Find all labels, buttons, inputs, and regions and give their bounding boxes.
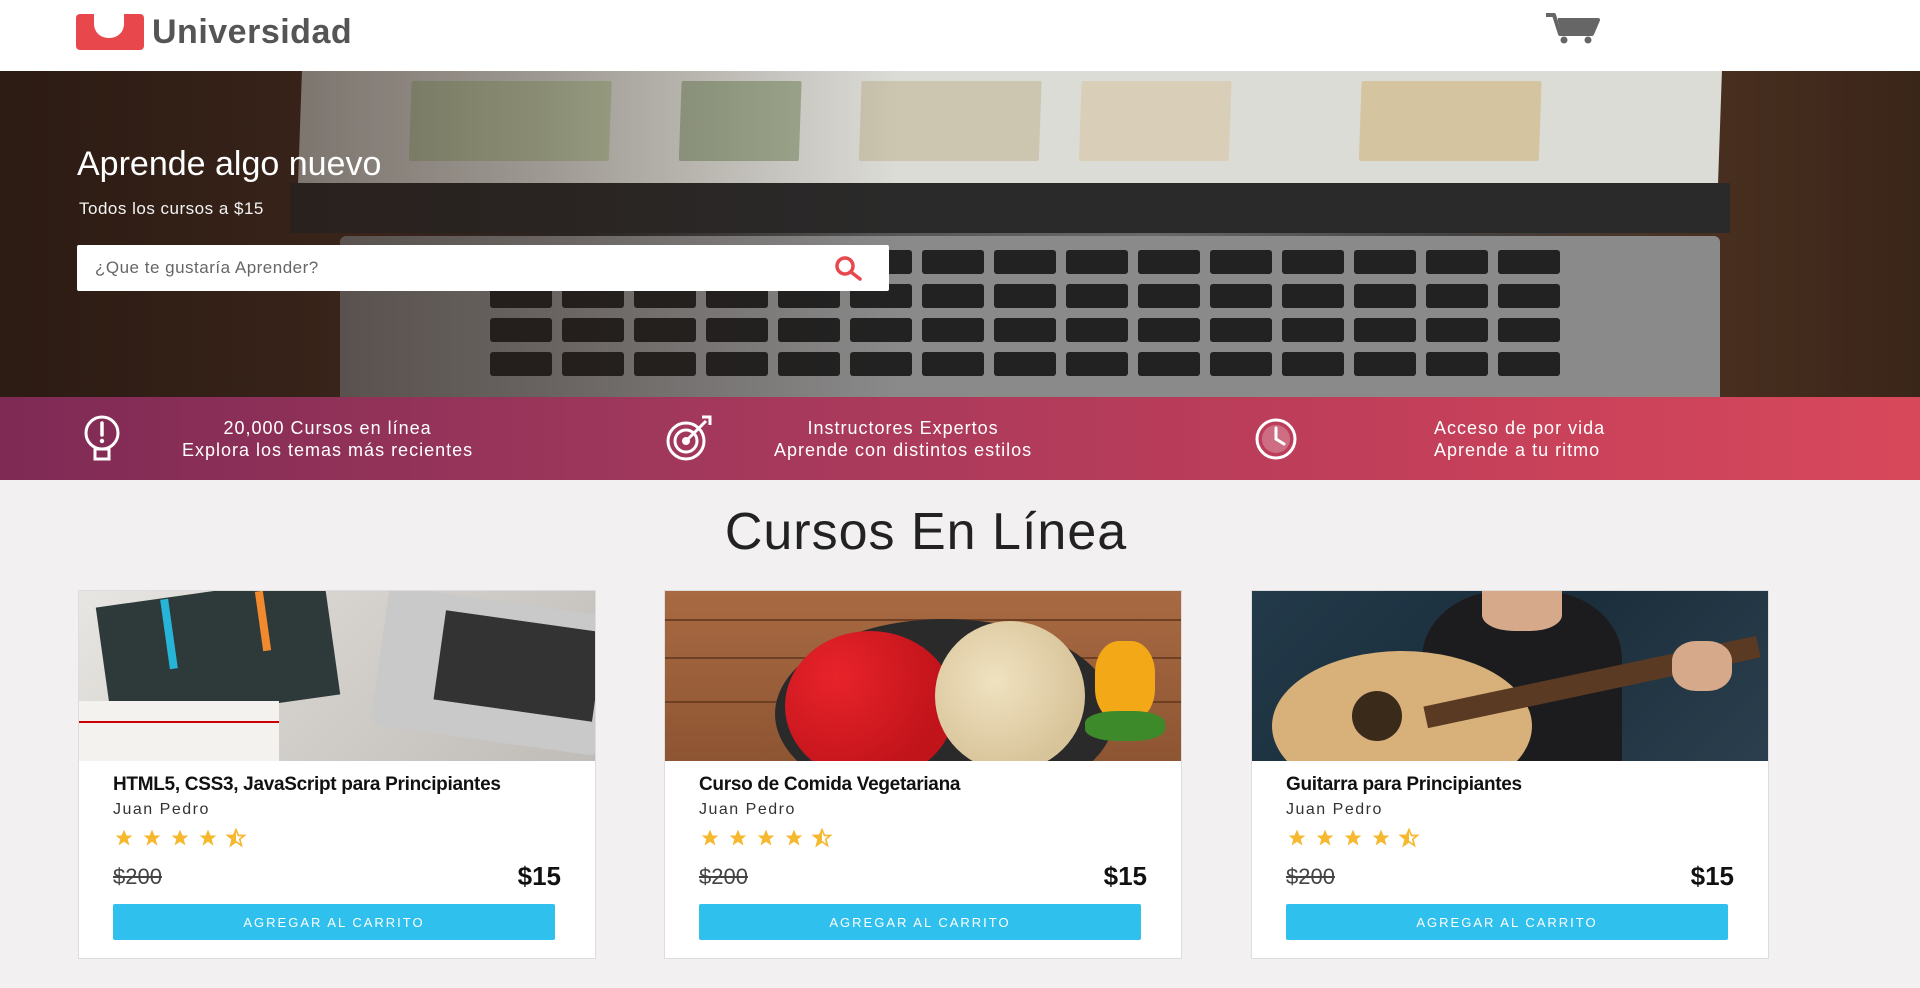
site-header: Universidad (0, 0, 1920, 71)
feature-access: Acceso de por vida Aprende a tu ritmo (1248, 397, 1605, 480)
feature-instructors-line2: Aprende con distintos estilos (774, 439, 1033, 460)
brand-name: Universidad (152, 12, 353, 51)
search-icon[interactable] (833, 255, 863, 281)
feature-access-line1: Acceso de por vida (1434, 417, 1606, 438)
star-full-icon (143, 829, 161, 846)
star-half-icon (225, 828, 247, 848)
course-card[interactable]: HTML5, CSS3, JavaScript para Principiant… (78, 590, 596, 959)
add-to-cart-button[interactable]: AGREGAR AL CARRITO (113, 904, 555, 940)
logo-u-icon (76, 14, 144, 50)
feature-courses: 20,000 Cursos en línea Explora los temas… (74, 397, 473, 480)
current-price: $15 (1690, 861, 1734, 891)
add-to-cart-button[interactable]: AGREGAR AL CARRITO (1286, 904, 1728, 940)
hero-title: Aprende algo nuevo (77, 145, 382, 183)
course-card[interactable]: Curso de Comida Vegetariana Juan Pedro $… (664, 590, 1182, 959)
course-image-html[interactable] (79, 591, 595, 761)
rating-stars (1286, 827, 1734, 849)
clock-icon (1255, 418, 1297, 459)
feature-access-line2: Aprende a tu ritmo (1434, 439, 1601, 460)
search-box (77, 245, 889, 291)
star-full-icon (115, 829, 133, 846)
star-full-icon (701, 829, 719, 846)
hero-overlay (0, 71, 900, 397)
features-bar: 20,000 Cursos en línea Explora los temas… (0, 397, 1920, 480)
star-full-icon (199, 829, 217, 846)
star-full-icon (729, 829, 747, 846)
search-input[interactable] (95, 245, 815, 291)
course-image-vegetarian[interactable] (665, 591, 1181, 761)
course-title[interactable]: HTML5, CSS3, JavaScript para Principiant… (113, 775, 561, 795)
course-image-guitar[interactable] (1252, 591, 1768, 761)
feature-instructors: Instructores Expertos Aprende con distin… (660, 397, 1032, 480)
shopping-cart-icon[interactable] (1544, 12, 1604, 44)
current-price: $15 (517, 861, 561, 891)
section-title: Cursos En Línea (724, 503, 1128, 561)
feature-courses-line1: 20,000 Cursos en línea (223, 417, 432, 438)
rating-stars (699, 827, 1147, 849)
course-card[interactable]: Guitarra para Principiantes Juan Pedro $… (1251, 590, 1769, 959)
star-full-icon (1372, 829, 1390, 846)
star-half-icon (811, 828, 833, 848)
star-full-icon (171, 829, 189, 846)
star-full-icon (785, 829, 803, 846)
feature-courses-line2: Explora los temas más recientes (182, 439, 474, 460)
star-full-icon (1316, 829, 1334, 846)
rating-stars (113, 827, 561, 849)
star-full-icon (1288, 829, 1306, 846)
course-title[interactable]: Guitarra para Principiantes (1286, 775, 1734, 795)
course-author: Juan Pedro (1286, 801, 1383, 818)
course-title[interactable]: Curso de Comida Vegetariana (699, 775, 1147, 795)
old-price: $200 (1286, 863, 1335, 889)
target-icon (666, 415, 712, 460)
current-price: $15 (1103, 861, 1147, 891)
brand-logo[interactable]: Universidad (76, 12, 352, 52)
hero-banner: Aprende algo nuevo Todos los cursos a $1… (0, 71, 1920, 397)
add-to-cart-button[interactable]: AGREGAR AL CARRITO (699, 904, 1141, 940)
star-half-icon (1398, 828, 1420, 848)
old-price: $200 (699, 863, 748, 889)
hero-subtitle: Todos los cursos a $15 (79, 199, 264, 218)
lightbulb-icon (84, 415, 120, 460)
old-price: $200 (113, 863, 162, 889)
feature-instructors-line1: Instructores Expertos (807, 417, 999, 438)
star-full-icon (1344, 829, 1362, 846)
course-author: Juan Pedro (113, 801, 210, 818)
course-author: Juan Pedro (699, 801, 796, 818)
star-full-icon (757, 829, 775, 846)
